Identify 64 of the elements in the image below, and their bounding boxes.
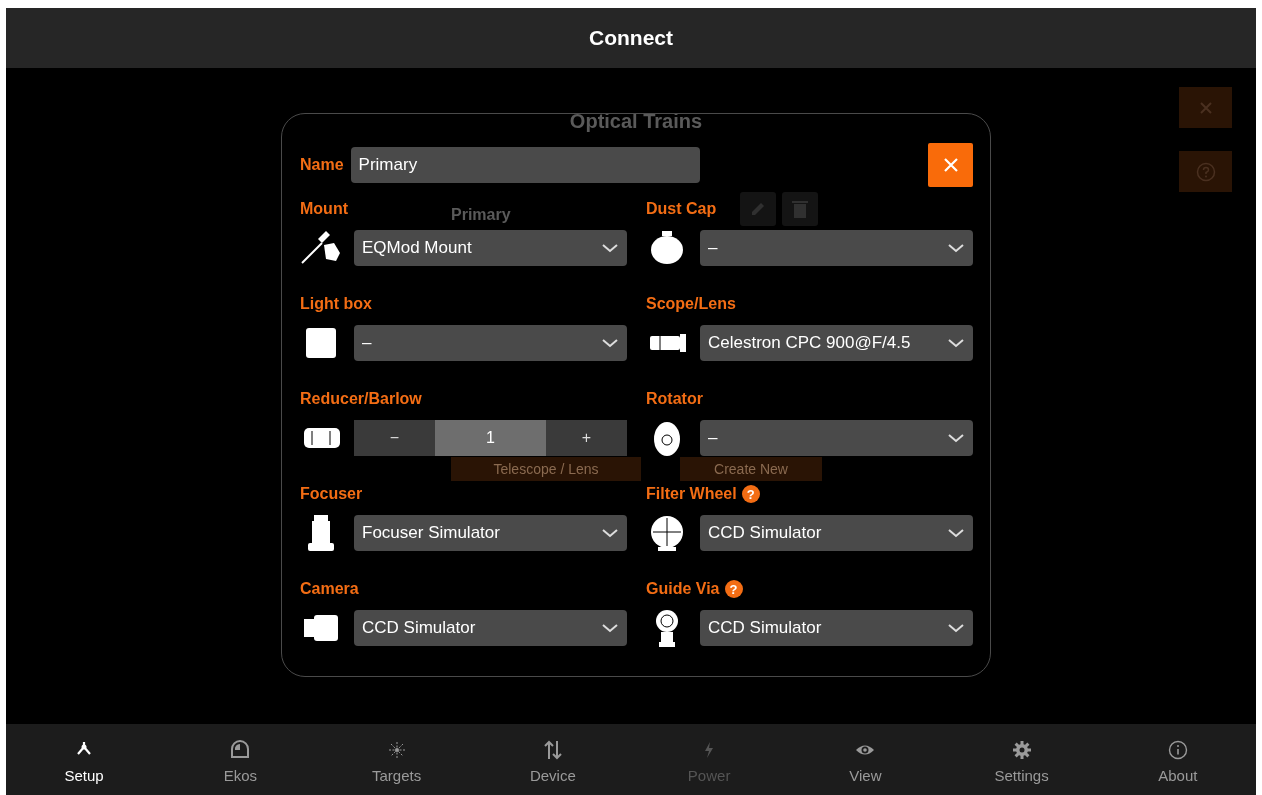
nav-tab[interactable]: Device: [474, 724, 631, 795]
chevron-down-icon: [601, 528, 619, 538]
gear-icon: [1010, 739, 1033, 761]
chevron-down-icon: [947, 243, 965, 253]
help-icon: [1195, 161, 1216, 182]
field-label: Reducer/Barlow: [300, 390, 422, 408]
dropdown[interactable]: –: [700, 230, 973, 266]
dropdown[interactable]: –: [354, 325, 627, 361]
create-new-button[interactable]: Create New: [680, 457, 822, 481]
dropdown-value: CCD Simulator: [362, 618, 477, 638]
close-button[interactable]: [1179, 87, 1232, 128]
chevron-down-icon: [947, 623, 965, 633]
chevron-down-icon: [601, 338, 619, 348]
nav-tab[interactable]: Setup: [6, 724, 163, 795]
field-label: Mount: [300, 200, 348, 218]
field-label: Scope/Lens: [646, 295, 736, 313]
delete-button[interactable]: [782, 192, 818, 226]
field-label: Name: [300, 156, 344, 174]
dropdown[interactable]: –: [700, 420, 973, 456]
close-icon: [942, 157, 959, 173]
field-label: Dust Cap: [646, 200, 717, 218]
dropdown-value: CCD Simulator: [708, 523, 823, 543]
pencil-icon: [749, 200, 767, 218]
dropdown[interactable]: CCD Simulator: [700, 610, 973, 646]
field-label: Focuser: [300, 485, 363, 503]
page-title: Optical Trains: [568, 110, 704, 133]
nav-tab[interactable]: Ekos: [162, 724, 319, 795]
stepper-value: 1: [435, 420, 546, 456]
screen-title: Connect: [589, 26, 673, 50]
field-label: Rotator: [646, 390, 703, 408]
field-label: Filter Wheel: [646, 485, 737, 503]
dome-icon: [229, 739, 252, 761]
field-label: Camera: [300, 580, 359, 598]
nav-tab[interactable]: View: [787, 724, 944, 795]
dropdown[interactable]: Focuser Simulator: [354, 515, 627, 551]
nav-tab[interactable]: About: [1099, 724, 1256, 795]
nav-tab[interactable]: Targets: [318, 724, 475, 795]
telescope-lens-button[interactable]: Telescope / Lens: [451, 457, 641, 481]
edit-button[interactable]: [740, 192, 776, 226]
dropdown[interactable]: EQMod Mount: [354, 230, 627, 266]
trash-icon: [792, 199, 808, 219]
chevron-down-icon: [947, 528, 965, 538]
dropdown-value: –: [708, 238, 719, 258]
dropdown[interactable]: Celestron CPC 900@F/4.5: [700, 325, 973, 361]
field-label: Guide Via: [646, 580, 720, 598]
nav-tab[interactable]: Settings: [943, 724, 1100, 795]
close-button[interactable]: [928, 143, 973, 187]
field-label: Light box: [300, 295, 372, 313]
dropdown-value: CCD Simulator: [708, 618, 823, 638]
dropdown[interactable]: CCD Simulator: [700, 515, 973, 551]
dropdown-value: Celestron CPC 900@F/4.5: [708, 333, 912, 353]
close-icon: [1198, 100, 1213, 115]
dropdown-value: Focuser Simulator: [362, 523, 501, 543]
chevron-down-icon: [947, 433, 965, 443]
dropdown-value: –: [708, 428, 719, 448]
help-button[interactable]: [1179, 151, 1232, 192]
name-field[interactable]: Primary: [350, 147, 700, 183]
dropdown-value: –: [362, 333, 373, 353]
chevron-down-icon: [947, 338, 965, 348]
info-icon: [1166, 739, 1189, 761]
chevron-down-icon: [601, 243, 619, 253]
chevron-down-icon: [601, 623, 619, 633]
dropdown[interactable]: CCD Simulator: [354, 610, 627, 646]
dropdown-value: EQMod Mount: [362, 238, 473, 258]
